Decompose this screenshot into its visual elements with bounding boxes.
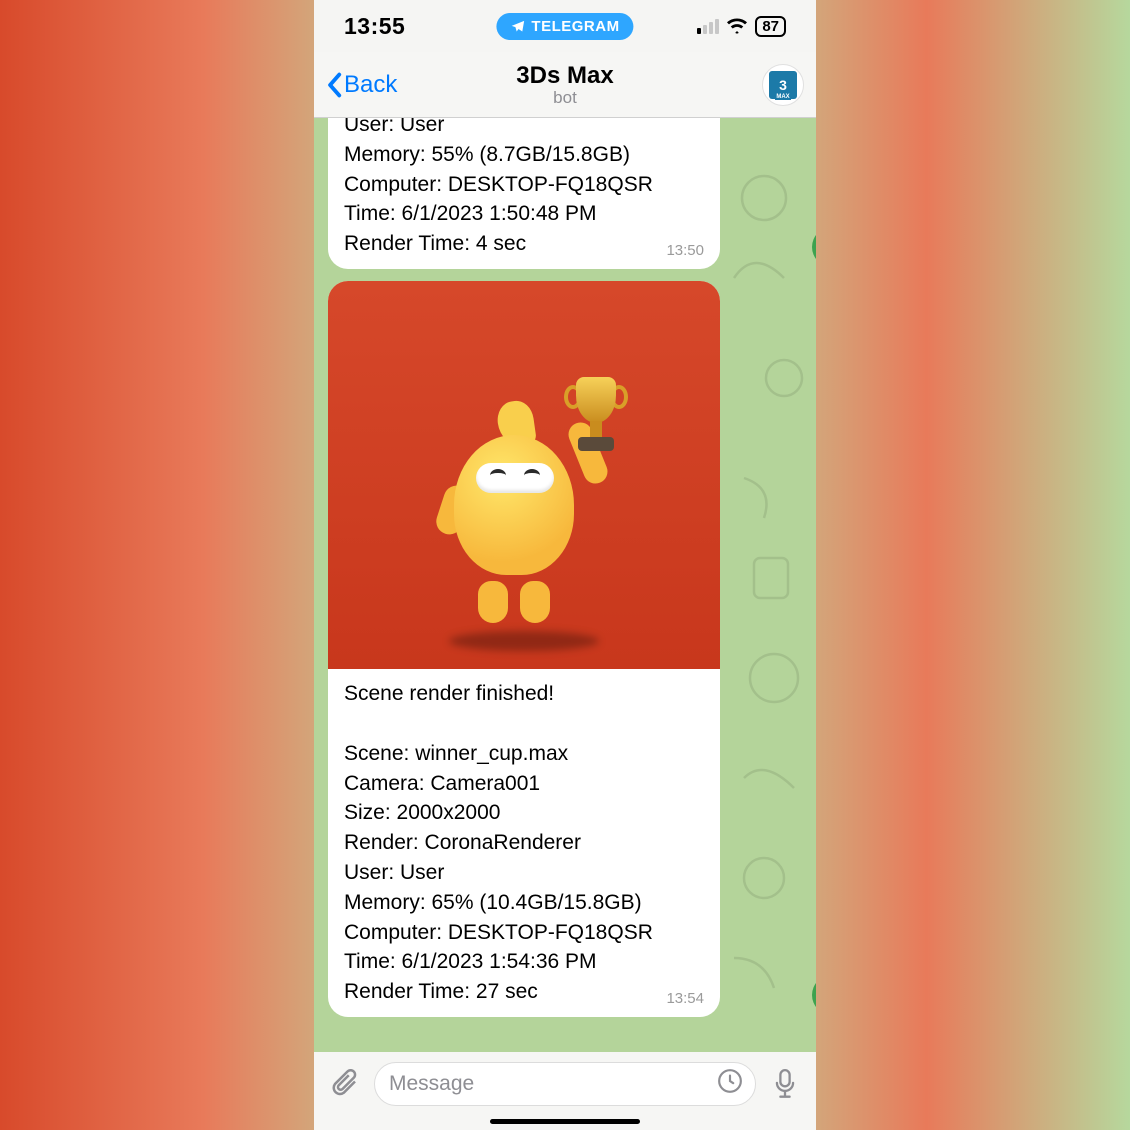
message-input[interactable]: Message	[374, 1062, 756, 1106]
msg2-computer: Computer: DESKTOP-FQ18QSR	[344, 918, 704, 948]
chat-subtitle: bot	[516, 88, 613, 108]
sticker-clock-icon	[717, 1068, 743, 1094]
message-1-wrap: User: User Memory: 55% (8.7GB/15.8GB) Co…	[328, 118, 802, 269]
back-button[interactable]: Back	[326, 71, 397, 99]
message-2-wrap: Scene render finished! Scene: winner_cup…	[328, 281, 802, 1017]
render-image[interactable]	[328, 281, 720, 669]
telegram-pill[interactable]: TELEGRAM	[496, 13, 633, 40]
back-label: Back	[344, 71, 397, 99]
msg2-user: User: User	[344, 858, 704, 888]
msg2-camera: Camera: Camera001	[344, 769, 704, 799]
msg2-time: Time: 6/1/2023 1:54:36 PM	[344, 947, 704, 977]
nav-bar: Back 3Ds Max bot 3	[314, 52, 816, 118]
wifi-icon	[727, 18, 747, 34]
status-time: 13:55	[344, 13, 405, 40]
msg2-size: Size: 2000x2000	[344, 798, 704, 828]
message-2[interactable]: Scene render finished! Scene: winner_cup…	[328, 281, 720, 1017]
msg1-computer: Computer: DESKTOP-FQ18QSR	[344, 170, 704, 200]
chat-viewport[interactable]: User: User Memory: 55% (8.7GB/15.8GB) Co…	[314, 118, 816, 1052]
trophy-icon	[564, 377, 628, 467]
telegram-icon	[510, 19, 525, 34]
home-indicator[interactable]	[490, 1119, 640, 1124]
chat-title[interactable]: 3Ds Max	[516, 62, 613, 90]
message-1[interactable]: User: User Memory: 55% (8.7GB/15.8GB) Co…	[328, 118, 720, 269]
attach-button[interactable]	[328, 1067, 362, 1101]
phone-frame: 13:55 TELEGRAM 87 Back 3Ds Max bot 3	[314, 0, 816, 1130]
paperclip-icon	[330, 1069, 360, 1099]
msg1-memory: Memory: 55% (8.7GB/15.8GB)	[344, 140, 704, 170]
avatar-label: 3	[769, 71, 797, 99]
msg2-heading: Scene render finished!	[344, 679, 704, 709]
pill-label: TELEGRAM	[531, 18, 619, 35]
msg2-timestamp: 13:54	[666, 988, 704, 1009]
message-placeholder: Message	[389, 1072, 474, 1096]
status-bar: 13:55 TELEGRAM 87	[314, 0, 816, 52]
mic-icon	[772, 1069, 798, 1099]
msg2-memory: Memory: 65% (10.4GB/15.8GB)	[344, 888, 704, 918]
msg2-render: Render: CoronaRenderer	[344, 828, 704, 858]
chat-avatar[interactable]: 3	[762, 64, 804, 106]
sticker-button[interactable]	[717, 1068, 743, 1100]
msg2-rendertime: Render Time: 27 sec	[344, 977, 704, 1007]
msg1-timestamp: 13:50	[666, 240, 704, 261]
mic-button[interactable]	[768, 1067, 802, 1101]
cellular-icon	[697, 19, 719, 34]
character-with-trophy	[434, 395, 614, 615]
msg2-scene: Scene: winner_cup.max	[344, 739, 704, 769]
msg1-time: Time: 6/1/2023 1:50:48 PM	[344, 199, 704, 229]
chevron-left-icon	[326, 72, 342, 98]
msg1-rendertime: Render Time: 4 sec	[344, 229, 704, 259]
battery-indicator: 87	[755, 16, 786, 37]
msg1-user: User: User	[344, 118, 704, 140]
